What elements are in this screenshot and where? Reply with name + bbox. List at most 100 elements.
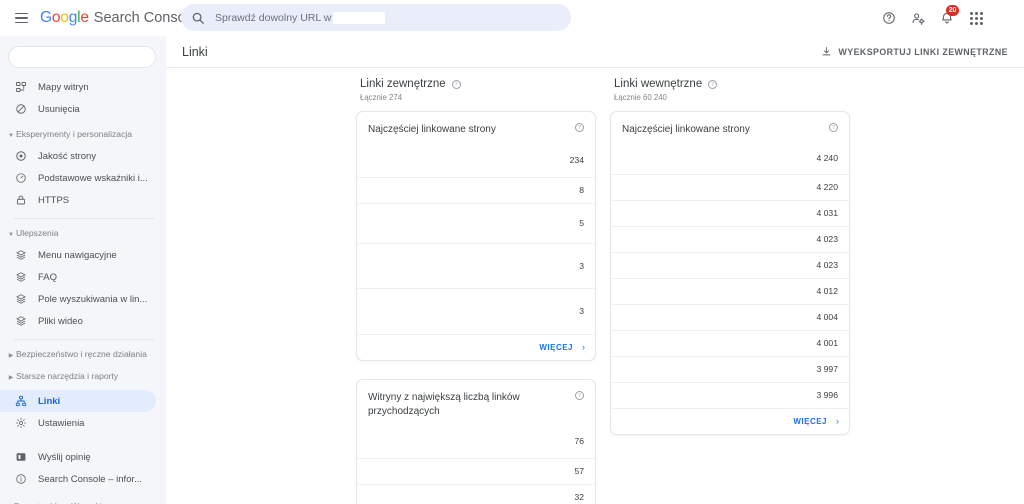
card-top-linked-pages-internal: Najczęściej linkowane strony ? 4 240 4 2… — [610, 111, 850, 435]
sidebar-item-about-search-console[interactable]: Search Console – infor... — [0, 468, 156, 490]
table-row[interactable]: 4 023 — [611, 226, 849, 252]
cell-url — [357, 177, 519, 203]
table-row[interactable]: 4 031 — [611, 200, 849, 226]
cell-value: 4 023 — [816, 234, 838, 244]
table-row[interactable]: 5 — [357, 203, 595, 243]
download-icon — [821, 46, 832, 57]
property-selector[interactable] — [8, 46, 156, 68]
table-top-linked-pages-internal: 4 240 4 220 4 031 4 023 4 023 4 012 4 00… — [611, 143, 849, 408]
internal-links-column: Linki wewnętrzne ? Łącznie 60 240 Najczę… — [610, 68, 850, 435]
chevron-right-icon: ▶ — [8, 353, 14, 359]
help-circle-icon[interactable]: ? — [829, 123, 838, 132]
removals-icon — [14, 103, 27, 116]
cell-url — [611, 356, 773, 382]
table-row[interactable]: 76 — [357, 425, 595, 458]
table-row[interactable]: 8 — [357, 177, 595, 203]
table-top-linking-sites: 76 57 32 — [357, 425, 595, 504]
sidebar-item-settings[interactable]: Ustawienia — [0, 412, 156, 434]
sidebar-item-label: Pole wyszukiwania w lin... — [38, 293, 148, 305]
avatar[interactable] — [996, 7, 1018, 29]
gear-icon — [14, 417, 27, 430]
table-row[interactable]: 3 — [357, 243, 595, 288]
sidebar-item-faq[interactable]: FAQ — [0, 266, 156, 288]
sidebar-group-experiments[interactable]: ▼ Eksperymenty i personalizacja — [0, 129, 158, 142]
hamburger-icon[interactable] — [6, 3, 36, 33]
table-row[interactable]: 4 004 — [611, 304, 849, 330]
notifications-icon[interactable]: 20 — [934, 5, 960, 31]
sidebar-divider — [14, 339, 154, 340]
sidebar-item-send-feedback[interactable]: Wyślij opinię — [0, 446, 156, 468]
cell-value: 57 — [574, 466, 584, 476]
table-row[interactable]: 4 220 — [611, 174, 849, 200]
table-row[interactable]: 234 — [357, 143, 595, 177]
cell-url — [611, 382, 773, 408]
cell-url — [357, 484, 519, 504]
brand-logo[interactable]: Google Search Console — [40, 9, 197, 27]
card-header: Najczęściej linkowane strony ? — [611, 112, 849, 143]
sidebar-item-core-web-vitals[interactable]: Podstawowe wskaźniki i... — [0, 167, 156, 189]
cell-url — [611, 200, 773, 226]
apps-grid-icon[interactable] — [963, 5, 989, 31]
help-circle-icon[interactable]: ? — [451, 79, 461, 89]
show-more-button[interactable]: WIĘCEJ › — [357, 334, 595, 360]
sidebar-divider — [14, 218, 154, 219]
cell-url — [357, 425, 519, 458]
cell-value: 76 — [574, 436, 584, 447]
sidebar-item-label: HTTPS — [38, 194, 70, 206]
sidebar-item-label: Mapy witryn — [38, 81, 89, 93]
cell-value: 3 — [579, 306, 584, 317]
sidebar-item-removals[interactable]: Usunięcia — [0, 98, 156, 120]
page-title: Linki — [182, 44, 208, 59]
table-row[interactable]: 3 — [357, 288, 595, 334]
card-title: Najczęściej linkowane strony — [368, 124, 496, 135]
sidebar-item-sitemaps[interactable]: Mapy witryn — [0, 76, 156, 98]
table-row[interactable]: 3 997 — [611, 356, 849, 382]
help-circle-icon[interactable]: ? — [708, 79, 718, 89]
sidebar-item-https[interactable]: HTTPS — [0, 189, 156, 211]
cell-url — [357, 203, 519, 243]
internal-links-total: Łącznie 60 240 — [614, 93, 667, 102]
sidebar-group-security-manual-actions[interactable]: ▶ Bezpieczeństwo i ręczne działania — [0, 349, 158, 362]
help-circle-icon[interactable]: ? — [575, 123, 584, 132]
export-external-links-button[interactable]: WYEKSPORTUJ LINKI ZEWNĘTRZNE — [817, 42, 1012, 61]
sidebar-item-breadcrumbs[interactable]: Menu nawigacyjne — [0, 244, 156, 266]
chevron-down-icon: ▼ — [8, 232, 14, 238]
table-row[interactable]: 57 — [357, 458, 595, 484]
sidebar-item-label: Podstawowe wskaźniki i... — [38, 172, 148, 184]
account-settings-icon[interactable] — [905, 5, 931, 31]
table-top-linked-pages-external: 234 8 5 3 3 — [357, 143, 595, 334]
sidebar-item-label: Menu nawigacyjne — [38, 249, 117, 261]
table-row[interactable]: 4 023 — [611, 252, 849, 278]
sidebar-item-links[interactable]: Linki — [0, 390, 156, 412]
help-icon[interactable] — [876, 5, 902, 31]
cell-value: 4 001 — [816, 338, 838, 348]
table-row[interactable]: 4 001 — [611, 330, 849, 356]
search-input[interactable]: Sprawdź dowolny URL w — [181, 4, 571, 31]
links-report-content: Linki zewnętrzne ? Łącznie 274 Najczęści… — [166, 68, 1024, 504]
sidebar-item-label: Jakość strony — [38, 150, 97, 162]
sidebar-group-legacy-tools[interactable]: ▶ Starsze narzędzia i raporty — [0, 371, 158, 384]
table-row[interactable]: 32 — [357, 484, 595, 504]
sidebar-group-label: Bezpieczeństwo i ręczne działania — [16, 349, 147, 359]
table-row[interactable]: 4 012 — [611, 278, 849, 304]
show-more-button[interactable]: WIĘCEJ › — [611, 408, 849, 434]
help-circle-icon[interactable]: ? — [575, 391, 584, 400]
sidebar: Mapy witryn Usunięcia ▼ Eksperymenty i p… — [0, 36, 166, 504]
sidebar-item-label: Ustawienia — [38, 417, 85, 429]
cell-url — [611, 330, 773, 356]
cell-url — [611, 304, 773, 330]
sidebar-item-videos[interactable]: Pliki wideo — [0, 310, 156, 332]
core-web-vitals-icon — [14, 172, 27, 185]
cell-value: 4 220 — [816, 182, 838, 192]
cell-value: 32 — [574, 492, 584, 503]
sidebar-item-sitelinks-searchbox[interactable]: Pole wyszukiwania w lin... — [0, 288, 156, 310]
sidebar-item-page-experience[interactable]: Jakość strony — [0, 145, 156, 167]
top-bar-actions: 20 — [876, 0, 1018, 36]
cell-value: 4 012 — [816, 286, 838, 296]
chevron-right-icon: ▶ — [8, 375, 14, 381]
table-row[interactable]: 3 996 — [611, 382, 849, 408]
sidebar-item-label: Pliki wideo — [38, 315, 83, 327]
table-row[interactable]: 4 240 — [611, 143, 849, 174]
card-header: Najczęściej linkowane strony ? — [357, 112, 595, 143]
sidebar-group-enhancements[interactable]: ▼ Ulepszenia — [0, 228, 158, 241]
